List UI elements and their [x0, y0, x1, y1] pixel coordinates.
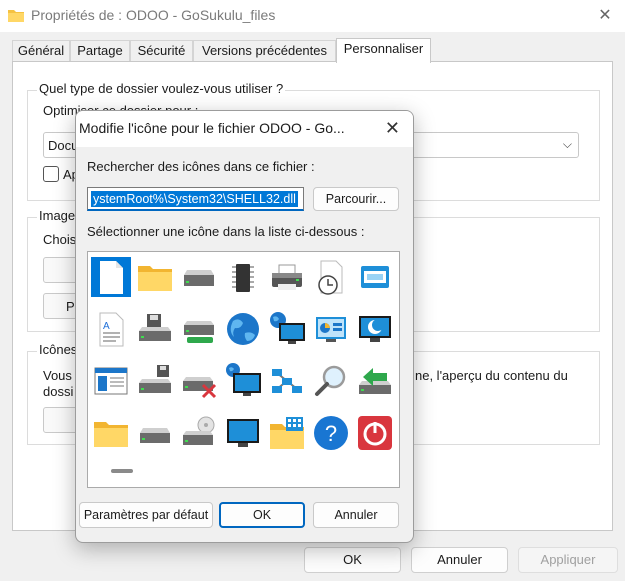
icon-file-path-value: ystemRoot%\System32\SHELL32.dll [91, 191, 298, 207]
apply-button[interactable]: Appliquer [518, 547, 618, 573]
drive-icon[interactable] [179, 257, 219, 297]
tab-sharing[interactable]: Partage [70, 40, 130, 62]
network-nodes-icon[interactable] [267, 361, 307, 401]
drive-2-icon[interactable] [135, 413, 175, 453]
dialog-close-button[interactable]: ✕ [385, 118, 400, 139]
control-panel-icon[interactable] [311, 309, 351, 349]
tab-previous-versions[interactable]: Versions précédentes [193, 40, 336, 62]
magnifier-icon[interactable] [311, 361, 351, 401]
title-bar: Propriétés de : ODOO - GoSukulu_files ✕ [0, 0, 625, 32]
change-icon-dialog: Modifie l'icône pour le fichier ODOO - G… [75, 110, 414, 543]
folder-icons-label: Icônes [37, 342, 80, 357]
tab-security[interactable]: Sécurité [130, 40, 193, 62]
apply-subfolders-checkbox[interactable] [43, 166, 59, 182]
dialog-cancel-button[interactable]: Annuler [313, 502, 399, 528]
folder-2-icon[interactable] [91, 413, 131, 453]
folder-icon [8, 10, 24, 22]
dialog-title-bar: Modifie l'icône pour le fichier ODOO - G… [76, 111, 413, 147]
folder-grid-icon[interactable] [267, 413, 307, 453]
removable-drive-icon[interactable] [179, 309, 219, 349]
icon-list[interactable]: A ? [87, 251, 400, 488]
floppy-drive-icon[interactable] [135, 309, 175, 349]
network-globe-monitor-icon[interactable] [223, 361, 263, 401]
restore-defaults-button[interactable]: Paramètres par défaut [79, 502, 213, 528]
window-stack-icon[interactable] [355, 257, 395, 297]
globe-icon[interactable] [223, 309, 263, 349]
cd-drive-icon[interactable] [179, 413, 219, 453]
network-monitor-icon[interactable] [267, 309, 307, 349]
icons-description-right: ne, l'aperçu du contenu du [415, 368, 568, 383]
floppy-drive-2-icon[interactable] [135, 361, 175, 401]
moon-monitor-icon[interactable] [355, 309, 395, 349]
select-icon-label: Sélectionner une icône dans la liste ci-… [87, 224, 365, 239]
icons-description-left: Vous [43, 368, 72, 383]
ok-button[interactable]: OK [304, 547, 401, 573]
browse-button[interactable]: Parcourir... [313, 187, 399, 211]
printer-icon[interactable] [267, 257, 307, 297]
chevron-down-icon: ⌵ [562, 137, 572, 151]
clock-document-icon[interactable] [311, 257, 351, 297]
restore-default-label: P [66, 299, 75, 314]
cancel-button[interactable]: Annuler [411, 547, 508, 573]
close-button[interactable]: ✕ [590, 4, 620, 28]
svg-text:A: A [103, 321, 110, 332]
horizontal-scrollbar[interactable] [111, 469, 133, 473]
icon-file-path-input[interactable]: ystemRoot%\System32\SHELL32.dll [87, 187, 304, 211]
tab-customize[interactable]: Personnaliser [336, 38, 431, 63]
folder-icon[interactable] [135, 257, 175, 297]
choose-file-label: Choisi [43, 232, 80, 247]
dialog-title: Modifie l'icône pour le fichier ODOO - G… [79, 120, 345, 136]
help-icon[interactable]: ? [311, 413, 351, 453]
disconnected-drive-icon[interactable] [179, 361, 219, 401]
power-icon[interactable] [355, 413, 395, 453]
tab-general[interactable]: Général [12, 40, 70, 62]
blank-document-icon[interactable] [91, 257, 131, 297]
window-title: Propriétés de : ODOO - GoSukulu_files [31, 7, 276, 23]
drive-arrow-icon[interactable] [355, 361, 395, 401]
svg-text:?: ? [325, 421, 337, 446]
search-icons-label: Rechercher des icônes dans ce fichier : [87, 159, 315, 174]
icons-description-line2: dossi [43, 384, 74, 399]
text-document-icon[interactable]: A [91, 309, 131, 349]
optimize-value: Docu [48, 138, 79, 153]
monitor-icon[interactable] [223, 413, 263, 453]
chip-icon[interactable] [223, 257, 263, 297]
dialog-ok-button[interactable]: OK [219, 502, 305, 528]
folder-pictures-label: Image [37, 208, 78, 223]
folder-type-question: Quel type de dossier voulez-vous utilise… [37, 81, 286, 96]
application-window-icon[interactable] [91, 361, 131, 401]
